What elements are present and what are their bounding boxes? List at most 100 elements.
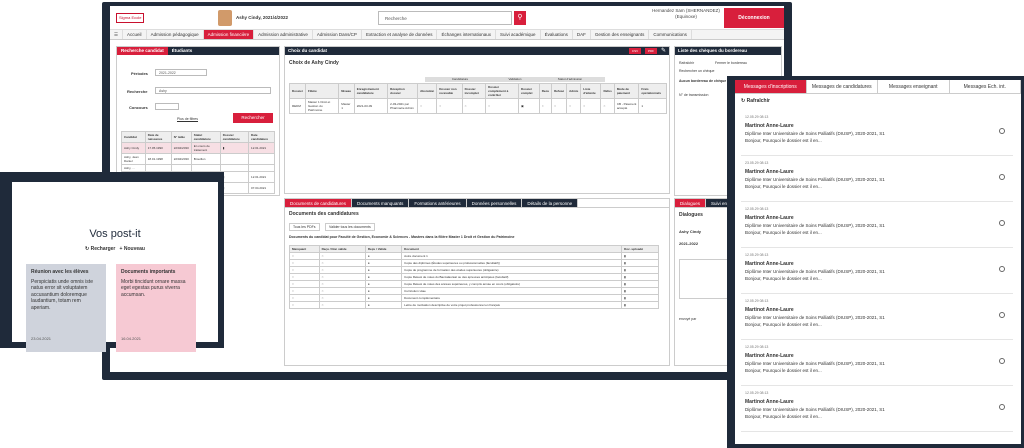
document-icon: ▮ xyxy=(621,280,659,288)
reload-icon[interactable]: ↻ xyxy=(85,246,89,252)
messages-tabs: Messages d'inscriptions Messages de cand… xyxy=(735,80,1021,94)
nav-item[interactable]: Admission pédagogique xyxy=(147,30,204,39)
document-icon: ▮ xyxy=(219,182,250,194)
unread-radio[interactable] xyxy=(999,128,1005,134)
tab-messages-ech-int[interactable]: Messages Ech. int. xyxy=(950,80,1021,93)
radio-button[interactable]: ○ xyxy=(600,98,615,114)
logout-button[interactable]: Déconnexion xyxy=(724,8,784,28)
dialogue-footer: envoyé par xyxy=(679,317,697,321)
postit-window: Vos post-it ↻ Recharger + Nouveau Réunio… xyxy=(12,182,218,352)
tab-donnees-personnelles[interactable]: Données personnelles xyxy=(466,199,523,207)
refresh-button[interactable]: ↻ Rafraîchir xyxy=(741,98,770,104)
validate-all-button[interactable]: Valider tous les documents xyxy=(325,223,375,231)
documents-subtitle: Documents des candidatures xyxy=(289,211,359,217)
nav-item[interactable]: Communications xyxy=(649,30,692,39)
table-row[interactable]: REDM Master 1 Droit et Gestion du Patrimo… xyxy=(288,98,667,114)
close-bordereau[interactable]: Fermer le bordereau xyxy=(715,61,747,65)
nav-item[interactable]: Admission administrative xyxy=(254,30,313,39)
checkbox-checked[interactable]: ▣ xyxy=(517,98,540,114)
logo: Sigma Ecole xyxy=(116,13,144,23)
all-pdfs-button[interactable]: Tous les PDFs xyxy=(289,223,320,231)
nav-item[interactable]: Évaluations xyxy=(541,30,573,39)
messages-window: Messages d'inscriptions Messages de cand… xyxy=(735,80,1021,444)
nav-item[interactable]: Gestion des enseignants xyxy=(591,30,650,39)
unread-radio[interactable] xyxy=(999,358,1005,364)
radio-button[interactable]: ○ xyxy=(566,98,582,114)
table-row[interactable]: Ashy, ... xyxy=(121,164,275,172)
search-button[interactable]: ⚲ xyxy=(514,11,526,25)
nav-item[interactable]: Échanges internationaux xyxy=(437,30,497,39)
message-item[interactable]: 12.05.29 08:13 Martinot Anne-Laure Diplôme… xyxy=(741,388,1013,432)
periodes-label: Périodes xyxy=(131,71,148,76)
postit-note[interactable]: Documents importants Morbi tincidunt orn… xyxy=(116,264,196,352)
message-item[interactable]: 12.05.29 08:13 Martinot Anne-Laure Diplôme… xyxy=(741,296,1013,340)
radio-button[interactable]: ○ xyxy=(436,98,463,114)
reload-button[interactable]: Recharger xyxy=(91,246,116,252)
column-groups: Candidature Validation Statut d'admission xyxy=(425,77,605,82)
documents-tabs: Documents de candidatures Documents manq… xyxy=(285,199,669,208)
pdf-button[interactable]: PDF xyxy=(645,48,657,54)
unread-radio[interactable] xyxy=(999,404,1005,410)
csv-button[interactable]: CSV xyxy=(629,48,641,54)
edit-icon[interactable]: ✎ xyxy=(661,47,666,54)
tab-details-personne[interactable]: Détails de la personne xyxy=(522,199,579,207)
nav-item[interactable]: Admission Dans/CP xyxy=(313,30,362,39)
message-item[interactable]: 23.05.29 08:13 Martinot Anne-Laure Diplôme… xyxy=(741,158,1013,202)
search-input[interactable]: Recherche xyxy=(378,11,512,25)
choix-candidat-panel: Choix du candidat CSV PDF ✎ Choix de Ash… xyxy=(284,46,670,194)
concours-select[interactable] xyxy=(155,103,179,110)
table-row[interactable]: Ashy, Jean Daniel 18.01.1998 22/04/2030 Bro… xyxy=(121,153,275,165)
table-row: ○ ○ ● Document complémentaire ▮ xyxy=(289,294,659,302)
tab-dialogues[interactable]: Dialogues xyxy=(675,199,707,207)
radio-button[interactable]: ○ xyxy=(551,98,568,114)
document-icon: ▮ xyxy=(219,142,250,154)
table-row[interactable]: Ashy Cindy 17.05.1990 22/04/2030 En cours d… xyxy=(121,142,275,154)
refresh-cheques[interactable]: Rafraîchir xyxy=(679,61,694,65)
nav-item-active[interactable]: Admission financière xyxy=(203,30,255,39)
menu-icon[interactable]: ☰ xyxy=(110,30,124,39)
unread-radio[interactable] xyxy=(999,174,1005,180)
postit-note[interactable]: Réunion avec les élèves Perspiciatis und… xyxy=(26,264,106,352)
nav-item[interactable]: Suivi académique xyxy=(496,30,541,39)
document-icon: ▮ xyxy=(621,287,659,295)
plus-icon[interactable]: + xyxy=(120,246,123,252)
document-icon: ▮ xyxy=(621,259,659,267)
account-info: Hernandez Sam (SHERNANDEZ) (Equinoxe) xyxy=(652,8,720,19)
transmission-label: N° de transmission xyxy=(679,93,709,97)
tab-documents-manquants[interactable]: Documents manquants xyxy=(352,199,410,207)
message-item[interactable]: 12.05.29 08:13 Martinot Anne-Laure Diplôme… xyxy=(741,204,1013,248)
tab-recherche-candidat[interactable]: Recherche candidat xyxy=(117,47,168,55)
nav-item[interactable]: Accueil xyxy=(123,30,147,39)
message-item[interactable]: 12.05.29 08:13 Martinot Anne-Laure Diplôme… xyxy=(741,250,1013,294)
no-bordereau: Aucun bordereau de chèque xyxy=(679,79,727,83)
tab-etudiants[interactable]: Étudiants xyxy=(168,47,193,55)
unread-radio[interactable] xyxy=(999,266,1005,272)
radio-button[interactable]: ○ xyxy=(580,98,602,114)
radio-button[interactable]: ○ xyxy=(417,98,438,114)
tab-formations[interactable]: Formations antérieures xyxy=(409,199,467,207)
message-item[interactable]: 12.05.29 08:13 Martinot Anne-Laure Diplôme… xyxy=(741,342,1013,386)
postit-actions: ↻ Recharger + Nouveau xyxy=(12,246,218,252)
search-cheque[interactable]: Rechercher un chèque xyxy=(679,69,714,73)
unread-radio[interactable] xyxy=(999,220,1005,226)
radio-button[interactable]: ○ xyxy=(485,98,519,114)
unread-radio[interactable] xyxy=(999,312,1005,318)
current-student: Ashy Cindy, 2021/4/2022 xyxy=(236,15,288,20)
recherche-label: Recherche xyxy=(127,89,148,94)
tab-documents-candidatures[interactable]: Documents de candidatures xyxy=(285,199,353,207)
nav-item[interactable]: Extraction et analyse de données xyxy=(362,30,438,39)
message-item[interactable]: 12.05.29 08:13 Martinot Anne-Laure Diplôme… xyxy=(741,112,1013,156)
tab-messages-candidatures[interactable]: Messages de candidatures xyxy=(807,80,878,93)
rechercher-button[interactable]: Rechercher xyxy=(233,113,273,123)
periodes-select[interactable]: 2021-2022 xyxy=(155,69,207,76)
nav-item[interactable]: DAF xyxy=(573,30,591,39)
radio-button[interactable]: ○ xyxy=(538,98,553,114)
table-row: ○ ○ ● Curriculum vitae ▮ xyxy=(289,287,659,295)
tab-messages-inscriptions[interactable]: Messages d'inscriptions xyxy=(735,80,807,93)
document-icon: ▮ xyxy=(621,266,659,274)
more-filters-link[interactable]: Plus de filtres xyxy=(177,117,198,121)
tab-messages-enseignant[interactable]: Messages enseignant xyxy=(878,80,950,93)
new-button[interactable]: Nouveau xyxy=(124,246,145,252)
recherche-input[interactable]: Ashy xyxy=(155,87,271,94)
radio-button[interactable]: ○ xyxy=(461,98,487,114)
